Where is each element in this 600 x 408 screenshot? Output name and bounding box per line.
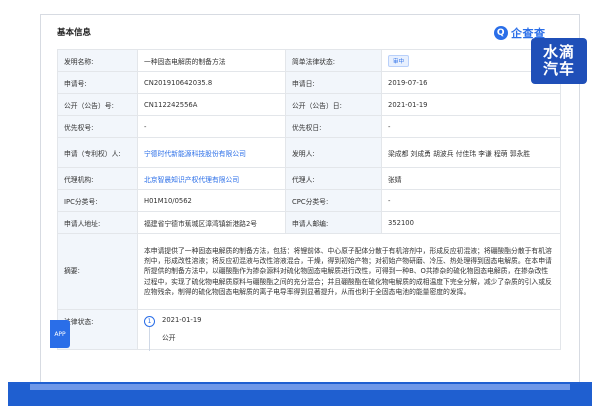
invention-name-value: 一种固态电解质的制备方法 [137,49,286,72]
field-label: 发明名称: [57,49,138,72]
legal-status-timeline: 1 2021-01-19 公开 [137,309,561,351]
priority-date-value: - [381,115,561,138]
table-row: 摘要: 本申请提供了一种固态电解质的制备方法，包括：将锂前体、中心原子配体分散于… [57,233,561,310]
field-label: 申请人地址: [57,211,138,234]
table-row: IPC分类号: H01M10/0562 CPC分类号: - [57,189,561,212]
publication-number-value: CN112242556A [137,93,286,116]
panel-header: 基本信息 Q 企查查 [41,15,579,49]
table-row: 申请（专利权）人: 宁德时代新能源科技股份有限公司 发明人: 梁成都 刘成勇 胡… [57,137,561,168]
field-label: 申请人邮编: [285,211,382,234]
timeline-status: 公开 [162,334,176,342]
field-label: 优先权日: [285,115,382,138]
panel-title: 基本信息 [57,28,92,38]
timeline: 1 2021-01-19 公开 [144,316,554,351]
applicant-link[interactable]: 宁德时代新能源科技股份有限公司 [137,137,286,168]
status-badge: 审中 [388,54,410,67]
field-label: 申请日: [285,71,382,94]
watermark-line-1: 水滴 [542,43,575,61]
table-row: 公开（公告）号: CN112242556A 公开（公告）日: 2021-01-1… [57,93,561,116]
patent-info-panel: 基本信息 Q 企查查 发明名称: 一种固态电解质的制备方法 简单法律状态: 审中… [40,14,580,386]
field-label: 申请号: [57,71,138,94]
field-label: 代理机构: [57,167,138,190]
ipc-value: H01M10/0562 [137,189,286,212]
abstract-text: 本申请提供了一种固态电解质的制备方法，包括：将锂前体、中心原子配体分散于有机溶剂… [137,233,561,310]
postcode-value: 352100 [381,211,561,234]
table-row: 申请人地址: 福建省宁德市蕉城区漳湾镇新港路2号 申请人邮编: 352100 [57,211,561,234]
bottom-decor-stripe [30,384,570,390]
field-label: 公开（公告）日: [285,93,382,116]
app-download-tab[interactable]: APP [50,320,70,348]
qichacha-icon: Q [494,26,508,40]
agent-value: 张婧 [381,167,561,190]
table-row: 代理机构: 北京智晨知识产权代理有限公司 代理人: 张婧 [57,167,561,190]
field-label: 摘要: [57,233,138,310]
watermark-line-2: 汽车 [542,60,575,78]
watermark-logo: 水滴 汽车 [531,38,587,84]
field-label: 简单法律状态: [285,49,382,72]
priority-number-value: - [137,115,286,138]
timeline-date: 2021-01-19 [162,316,202,324]
field-label: 申请（专利权）人: [57,137,138,168]
address-value: 福建省宁德市蕉城区漳湾镇新港路2号 [137,211,286,234]
agency-link[interactable]: 北京智晨知识产权代理有限公司 [137,167,286,190]
field-label: 公开（公告）号: [57,93,138,116]
field-label: CPC分类号: [285,189,382,212]
timeline-connector [149,327,150,351]
table-row: 法律状态: 1 2021-01-19 公开 [57,309,561,351]
field-label: 代理人: [285,167,382,190]
table-row: 优先权号: - 优先权日: - [57,115,561,138]
field-label: IPC分类号: [57,189,138,212]
field-label: 优先权号: [57,115,138,138]
cpc-value: - [381,189,561,212]
screenshot-stage: 基本信息 Q 企查查 发明名称: 一种固态电解质的制备方法 简单法律状态: 审中… [0,0,600,408]
inventors-value: 梁成都 刘成勇 胡波兵 付佳玮 李谦 程萌 郭永胜 [381,137,561,168]
application-number-value: CN201910642035.8 [137,71,286,94]
table-row: 发明名称: 一种固态电解质的制备方法 简单法律状态: 审中 [57,49,561,72]
publication-date-value: 2021-01-19 [381,93,561,116]
table-row: 申请号: CN201910642035.8 申请日: 2019-07-16 [57,71,561,94]
timeline-step-icon: 1 [144,316,155,327]
patent-info-table: 发明名称: 一种固态电解质的制备方法 简单法律状态: 审中 申请号: CN201… [57,49,561,351]
field-label: 发明人: [285,137,382,168]
